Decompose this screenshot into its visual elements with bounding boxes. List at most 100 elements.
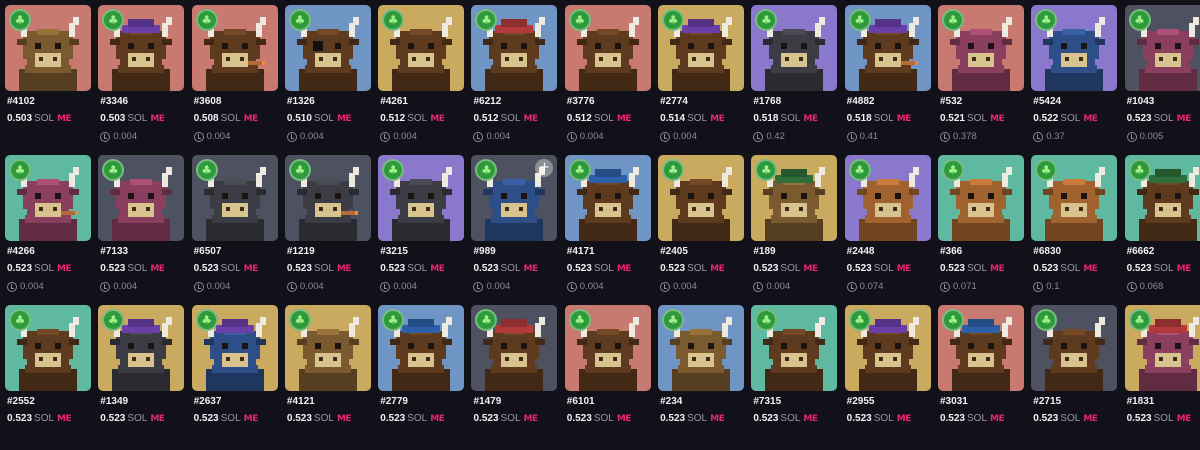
nft-card[interactable]: ♣ #3031 0.523 SOL ME <box>937 300 1024 450</box>
nft-image[interactable]: ♣ + <box>471 155 558 241</box>
nft-image[interactable]: ♣ <box>284 155 371 241</box>
nft-image[interactable]: ♣ <box>564 5 651 91</box>
nft-card[interactable]: ♣ #2779 0.523 SOL ME <box>378 300 465 450</box>
magic-eden-logo: ME <box>523 264 539 274</box>
nft-card[interactable]: ♣ #4882 0.518 SOL ME 0.41 <box>844 0 931 150</box>
nft-image[interactable]: ♣ <box>1124 5 1200 91</box>
history-icon <box>846 132 857 142</box>
nft-image[interactable]: ♣ <box>751 305 838 391</box>
nft-card[interactable]: ♣ #1043 0.523 SOL ME 0.005 <box>1124 0 1200 150</box>
nft-card[interactable]: ♣ #1349 0.523 SOL ME <box>98 300 185 450</box>
nft-card[interactable]: ♣ #6212 0.512 SOL ME 0.004 <box>471 0 558 150</box>
nft-card[interactable]: ♣ + #989 0.523 SOL ME 0.004 <box>471 150 558 300</box>
last-sale: 0.004 <box>192 131 278 143</box>
nft-card[interactable]: ♣ #366 0.523 SOL ME 0.071 <box>937 150 1024 300</box>
nft-image[interactable]: ♣ <box>658 5 745 91</box>
clover-icon: ♣ <box>662 309 685 331</box>
nft-image[interactable]: ♣ <box>751 155 838 241</box>
nft-image[interactable]: ♣ <box>564 305 651 391</box>
nft-image[interactable]: ♣ <box>191 155 278 241</box>
nft-card[interactable]: ♣ #4102 0.503 SOL ME <box>5 0 91 150</box>
currency-label: SOL <box>780 413 801 424</box>
nft-card[interactable]: ♣ #4261 0.512 SOL ME 0.004 <box>378 0 465 150</box>
nft-card[interactable]: ♣ #1479 0.523 SOL ME <box>471 300 558 450</box>
nft-image[interactable]: ♣ <box>1124 155 1200 241</box>
nft-card[interactable]: ♣ #3215 0.523 SOL ME 0.004 <box>378 150 465 300</box>
nft-card[interactable]: ♣ #234 0.523 SOL ME <box>658 300 745 450</box>
nft-image[interactable]: ♣ <box>471 5 558 91</box>
magic-eden-logo: ME <box>803 414 818 424</box>
nft-card[interactable]: ♣ #6830 0.523 SOL ME 0.1 <box>1031 150 1118 300</box>
nft-image[interactable]: ♣ <box>191 5 278 91</box>
nft-image[interactable]: ♣ <box>937 155 1024 241</box>
currency-label: SOL <box>780 263 801 274</box>
clover-icon: ♣ <box>848 309 871 331</box>
magic-eden-logo: ME <box>150 264 165 274</box>
nft-image[interactable]: ♣ <box>1031 155 1118 241</box>
price-value: 0.523 <box>1126 413 1152 424</box>
nft-price: 0.523 SOL ME <box>192 413 278 425</box>
nft-card[interactable]: ♣ #1326 0.510 SOL ME 0.004 <box>284 0 371 150</box>
nft-image[interactable]: ♣ <box>191 305 278 391</box>
nft-card[interactable]: ♣ #6507 0.523 SOL ME 0.004 <box>191 150 278 300</box>
nft-image[interactable]: ♣ <box>5 305 91 391</box>
nft-image[interactable]: ♣ <box>5 5 91 91</box>
nft-image[interactable]: ♣ <box>844 305 931 391</box>
nft-image[interactable]: ♣ <box>937 305 1024 391</box>
nft-image[interactable]: ♣ <box>1031 305 1118 391</box>
nft-image[interactable]: ♣ <box>658 305 745 391</box>
nft-card[interactable]: ♣ #2405 0.523 SOL ME 0.004 <box>658 150 745 300</box>
nft-image[interactable]: ♣ <box>378 5 465 91</box>
nft-card[interactable]: ♣ #5424 0.522 SOL ME 0.37 <box>1031 0 1118 150</box>
nft-card[interactable]: ♣ #4171 0.523 SOL ME 0.004 <box>564 150 651 300</box>
nft-image[interactable]: ♣ <box>5 155 91 241</box>
history-icon <box>1126 282 1137 292</box>
nft-image[interactable]: ♣ <box>564 155 651 241</box>
nft-id: #2405 <box>660 246 688 257</box>
nft-image[interactable]: ♣ <box>98 305 185 391</box>
currency-label: SOL <box>220 263 241 274</box>
nft-card[interactable]: ♣ #2715 0.523 SOL ME <box>1031 300 1118 450</box>
nft-card[interactable]: ♣ #2448 0.523 SOL ME 0.074 <box>844 150 931 300</box>
nft-image[interactable]: ♣ <box>1124 305 1200 391</box>
nft-image[interactable]: ♣ <box>658 155 745 241</box>
nft-card[interactable]: ♣ #189 0.523 SOL ME 0.004 <box>751 150 838 300</box>
nft-image[interactable]: ♣ <box>284 5 371 91</box>
nft-image[interactable]: ♣ <box>471 305 558 391</box>
nft-card[interactable]: ♣ #1831 0.523 SOL ME <box>1124 300 1200 450</box>
last-sale-value: 0.074 <box>859 281 884 292</box>
nft-card[interactable]: ♣ #3608 0.508 SOL ME 0.004 <box>191 0 278 150</box>
nft-card[interactable]: ♣ #6662 0.523 SOL ME 0.068 <box>1124 150 1200 300</box>
nft-image[interactable]: ♣ <box>751 5 838 91</box>
nft-image[interactable]: ♣ <box>378 155 465 241</box>
magic-eden-logo: ME <box>896 414 912 424</box>
currency-label: SOL <box>220 413 241 424</box>
nft-card[interactable]: ♣ #2637 0.523 SOL ME <box>191 300 278 450</box>
clover-icon: ♣ <box>1128 9 1151 31</box>
nft-image[interactable]: ♣ <box>98 155 185 241</box>
nft-card[interactable]: ♣ #3346 0.503 SOL ME 0.004 <box>98 0 185 150</box>
nft-card[interactable]: ♣ #7133 0.523 SOL ME 0.004 <box>98 150 185 300</box>
nft-image[interactable]: ♣ <box>1031 5 1118 91</box>
nft-card[interactable]: ♣ #1768 0.518 SOL ME 0.42 <box>751 0 838 150</box>
nft-image[interactable]: ♣ <box>98 5 185 91</box>
magic-eden-logo: ME <box>616 264 632 274</box>
nft-image[interactable]: ♣ <box>844 155 931 241</box>
nft-card[interactable]: ♣ #532 0.521 SOL ME 0.378 <box>937 0 1024 150</box>
nft-image[interactable]: ♣ <box>284 305 371 391</box>
currency-label: SOL <box>1060 413 1081 424</box>
nft-card[interactable]: ♣ #6101 0.523 SOL ME <box>564 300 651 450</box>
nft-card[interactable]: ♣ #1219 0.523 SOL ME 0.004 <box>284 150 371 300</box>
nft-image[interactable]: ♣ <box>378 305 465 391</box>
nft-card[interactable]: ♣ #2774 0.514 SOL ME 0.004 <box>658 0 745 150</box>
nft-image[interactable]: ♣ <box>937 5 1024 91</box>
nft-card[interactable]: ♣ #2955 0.523 SOL ME <box>844 300 931 450</box>
nft-image[interactable]: ♣ <box>844 5 931 91</box>
history-icon <box>193 282 204 292</box>
nft-price: 0.503 SOL ME <box>98 113 184 125</box>
nft-card[interactable]: ♣ #7315 0.523 SOL ME <box>751 300 838 450</box>
nft-card[interactable]: ♣ #3776 0.512 SOL ME 0.004 <box>564 0 651 150</box>
nft-card[interactable]: ♣ #4266 0.523 SOL ME 0.004 <box>5 150 91 300</box>
nft-card[interactable]: ♣ #2552 0.523 SOL ME <box>5 300 91 450</box>
nft-card[interactable]: ♣ #4121 0.523 SOL ME <box>284 300 371 450</box>
